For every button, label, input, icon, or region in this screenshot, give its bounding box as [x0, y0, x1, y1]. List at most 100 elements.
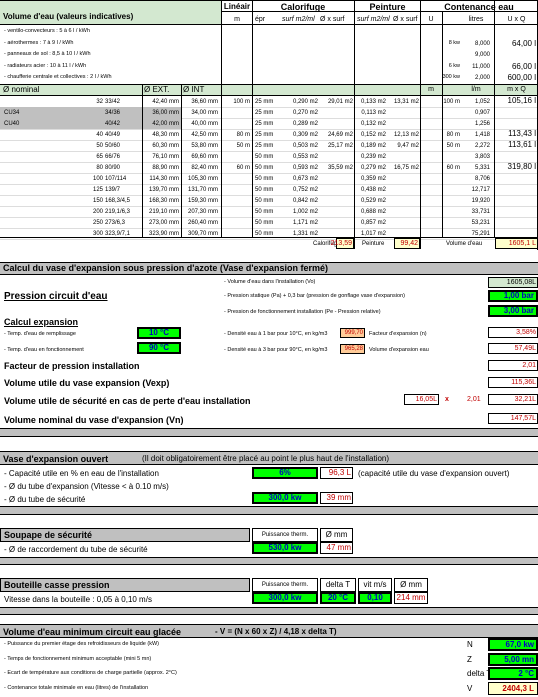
- pipe-dn: CU40: [4, 121, 20, 127]
- sub-surf1: surf m2/ml: [282, 16, 315, 23]
- pipe-epr[interactable]: 50 mm: [255, 209, 273, 215]
- pipe-litres: 1,052: [474, 99, 490, 105]
- pipe-u[interactable]: 80 m: [420, 132, 460, 138]
- ouvert-title: Vase d'expansion ouvert: [3, 454, 109, 464]
- pipe-int: 82,40 mm: [191, 165, 218, 171]
- total-calorifuge: 213,59: [330, 240, 352, 247]
- row-divider: [0, 184, 538, 185]
- pipe-surf2: 0,529 m2: [360, 198, 386, 204]
- indicative-litres: 9,000: [474, 52, 490, 58]
- pipe-epr[interactable]: 50 mm: [255, 176, 273, 182]
- bouteille-col-puissance: Puissance therm.: [261, 582, 309, 588]
- pipe-litres: 19,920: [471, 198, 490, 204]
- pipe-int: 69,60 mm: [191, 154, 218, 160]
- pipe-lineaire[interactable]: 50 m: [222, 143, 250, 149]
- bouteille-col-mm: Ø mm: [400, 580, 422, 589]
- soupape-title: Soupape de sécurité: [4, 530, 93, 540]
- pipe-surf1: 0,752 m2: [292, 187, 318, 193]
- pipe-ext: 273,00 mm: [148, 220, 179, 226]
- ouvert-header: Vase d'expansion ouvert (Il doit obligat…: [0, 451, 538, 465]
- vol-secu-value: 32,21L: [514, 396, 536, 403]
- pipe-int: 159,30 mm: [187, 198, 218, 204]
- soupape-label: - Ø de raccordement du tube de sécurité: [4, 545, 148, 554]
- vol-secu-x: x: [445, 396, 449, 403]
- pipe-surf1: 0,290 m2: [292, 99, 318, 105]
- pipe-u[interactable]: 60 m: [420, 165, 460, 171]
- pipe-u[interactable]: 50 m: [420, 143, 460, 149]
- bouteille-footer: [0, 607, 538, 615]
- pipe-epr[interactable]: 25 mm: [255, 132, 273, 138]
- pipe-header-bg: [0, 84, 538, 95]
- pipe-epr[interactable]: 25 mm: [255, 99, 273, 105]
- pipe-volume: 113,43 l: [508, 129, 536, 138]
- pipe-dn: 65: [96, 154, 103, 160]
- temp-rempl-label: - Temp. d'eau de remplissage: [4, 331, 76, 337]
- pipe-epr[interactable]: 25 mm: [255, 143, 273, 149]
- sub-uxq: U x Q: [507, 16, 526, 23]
- pipe-lineaire[interactable]: 60 m: [222, 165, 250, 171]
- pipe-epr[interactable]: 50 mm: [255, 198, 273, 204]
- tube-secu-kw: 300,0 kw: [268, 493, 302, 502]
- pipe-lineaire[interactable]: 100 m: [222, 99, 250, 105]
- pipe-ext: 88,90 mm: [152, 165, 179, 171]
- pipe-name: 139/7: [105, 187, 121, 193]
- vol-secu-b: 2,01: [467, 396, 481, 403]
- pipe-dn: 32: [96, 99, 103, 105]
- row-divider: [0, 173, 538, 174]
- pipe-volume: 105,16 l: [507, 96, 536, 105]
- pipe-surf2: 0,688 m2: [360, 209, 386, 215]
- pipe-ext: 219,10 mm: [148, 209, 179, 215]
- bouteille-delta: 20 °C: [327, 593, 349, 602]
- vol-exp-label: Volume d'expansion eau: [369, 347, 429, 353]
- pipe-ext: 60,30 mm: [152, 143, 179, 149]
- pipe-epr[interactable]: 25 mm: [255, 121, 273, 127]
- glacee-key: Z: [467, 654, 472, 664]
- glacee-key: N: [467, 640, 473, 649]
- pipe-surf1: 0,553 m2: [292, 154, 318, 160]
- pipe-int: 40,00 mm: [191, 121, 218, 127]
- pipe-lineaire[interactable]: 80 m: [222, 132, 250, 138]
- pipe-litres: 1,418: [474, 132, 490, 138]
- temp-fonc-label: - Temp. d'eau en fonctionnement: [4, 347, 84, 353]
- tube-secu-mm: 39 mm: [326, 493, 351, 502]
- soupape-mm: 47 mm: [326, 543, 351, 552]
- pipe-epr[interactable]: 50 mm: [255, 154, 273, 160]
- glacee-header: Volume d'eau minimum circuit eau glacée …: [0, 624, 538, 638]
- sub-u: U: [428, 16, 434, 23]
- vol-value: 1605,08L: [506, 279, 536, 286]
- pipe-name: 168,3/4,5: [105, 198, 131, 204]
- glacee-value: 5,00 mn: [504, 654, 534, 664]
- pipe-epr[interactable]: 25 mm: [255, 110, 273, 116]
- pipe-surf2: 0,113 m2: [361, 110, 386, 116]
- indicative-label: - ventilo-convecteurs : 5 à 6 l / kWh: [4, 28, 90, 34]
- pipe-qxsurf2: 16,75 m2: [393, 165, 419, 171]
- pipe-litres: 0,907: [474, 110, 490, 116]
- tube-exp-label: - Ø du tube d'expansion (Vitesse < à 0.1…: [4, 482, 169, 491]
- pipe-dn: 80: [96, 165, 103, 171]
- pipe-ext: 48,30 mm: [152, 132, 179, 138]
- pipe-epr[interactable]: 50 mm: [255, 220, 273, 226]
- pipe-name: 219,1/6,3: [105, 209, 131, 215]
- pipe-ext: 42,40 mm: [152, 99, 179, 105]
- row-divider: [0, 129, 538, 130]
- soupape-header: Soupape de sécurité: [0, 528, 250, 542]
- pipe-u[interactable]: 100 m: [420, 99, 460, 105]
- ph-mxq: m x Q: [507, 86, 526, 93]
- indicative-label: - chaufferie centrale et collectives : 2…: [4, 74, 112, 80]
- glacee-value: 2 °C: [518, 669, 534, 678]
- pipe-epr[interactable]: 50 mm: [255, 165, 273, 171]
- pipe-surf2: 0,438 m2: [360, 187, 386, 193]
- glacee-label: - Contenance totale minimale en eau (lit…: [4, 684, 149, 691]
- pipe-surf2: 0,189 m2: [360, 143, 386, 149]
- bouteille-kw: 300,0 kw: [268, 593, 302, 602]
- indicative-litres: 11,000: [472, 63, 490, 70]
- pipe-surf1: 0,673 m2: [292, 176, 318, 182]
- indicative-label: - panneaux de sol : 8,5 à 10 l / kWh: [4, 51, 91, 57]
- glacee-key: V: [467, 683, 473, 693]
- row-divider: [0, 162, 538, 163]
- pipe-surf1: 0,842 m2: [292, 198, 318, 204]
- pipe-surf2: 0,239 m2: [360, 154, 386, 160]
- pipe-qxsurf1: 29,01 m2: [327, 99, 353, 105]
- pipe-epr[interactable]: 50 mm: [255, 187, 273, 193]
- ouvert-footer: [0, 506, 538, 515]
